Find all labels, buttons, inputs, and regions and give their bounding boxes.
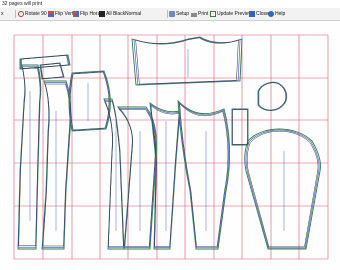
rotate-90-button[interactable]: Rotate 90 xyxy=(18,9,47,19)
piece-outline xyxy=(233,110,248,145)
pattern-piece xyxy=(68,70,111,132)
pattern-piece xyxy=(39,62,65,80)
flip-vertical-button[interactable]: Flip Vert xyxy=(48,9,73,19)
flip-vertical-icon xyxy=(48,11,54,17)
piece-outline xyxy=(68,70,111,132)
pattern-piece xyxy=(244,128,321,250)
line-style-select[interactable]: Normal xyxy=(125,9,141,19)
toolbar-divider xyxy=(167,10,168,18)
update-preview-label: Update Preview xyxy=(217,11,253,17)
close-preview-button[interactable]: x xyxy=(1,9,4,19)
piece-outline xyxy=(41,80,72,250)
piece-outline xyxy=(231,108,249,146)
print-preview-canvas[interactable] xyxy=(0,21,340,270)
toolbar-divider xyxy=(15,10,16,18)
update-preview-icon xyxy=(210,11,216,17)
piece-outline xyxy=(70,72,110,131)
pattern-piece xyxy=(177,99,231,250)
page-count-status: 32 pages will print xyxy=(2,1,43,7)
pattern-piece xyxy=(257,81,288,111)
rotate-90-label: Rotate 90 xyxy=(25,11,47,17)
piece-outline xyxy=(247,131,318,247)
help-icon xyxy=(268,11,274,17)
help-label: Help xyxy=(275,11,286,17)
print-preview-toolbar: x Rotate 90 Flip Vert Flip Horz All Blac… xyxy=(0,8,340,21)
flip-horizontal-icon xyxy=(73,11,79,17)
flip-vertical-label: Flip Vert xyxy=(55,11,74,17)
print-button[interactable]: Print xyxy=(191,9,208,19)
piece-outline xyxy=(232,109,247,144)
setup-icon xyxy=(169,11,175,17)
printer-icon xyxy=(191,11,197,17)
setup-button[interactable]: Setup xyxy=(169,9,189,19)
piece-outline xyxy=(259,83,286,110)
piece-outline xyxy=(244,128,321,250)
close-window-label: Close xyxy=(256,11,269,17)
piece-outline xyxy=(70,72,109,130)
all-black-label: All Black xyxy=(106,11,126,17)
piece-outline xyxy=(177,99,231,250)
pattern-layout xyxy=(13,34,329,260)
flip-horizontal-button[interactable]: Flip Horz xyxy=(73,9,100,19)
print-label: Print xyxy=(198,11,209,17)
piece-outline xyxy=(246,130,319,248)
piece-outline xyxy=(134,37,240,84)
pattern-piece xyxy=(41,80,72,250)
update-preview-button[interactable]: Update Preview xyxy=(210,9,252,19)
close-window-icon xyxy=(249,11,255,17)
pattern-pieces xyxy=(17,36,321,250)
close-window-button[interactable]: Close xyxy=(249,9,269,19)
pattern-piece xyxy=(116,106,157,250)
help-button[interactable]: Help xyxy=(268,9,285,19)
flip-horizontal-label: Flip Horz xyxy=(80,11,101,17)
pattern-piece xyxy=(17,64,42,250)
piece-outline xyxy=(136,38,239,84)
all-black-icon xyxy=(99,11,105,17)
piece-outline xyxy=(119,110,155,247)
all-black-toggle[interactable]: All Black xyxy=(99,9,125,19)
line-style-value: Normal xyxy=(125,11,142,17)
pattern-piece xyxy=(231,108,249,146)
setup-label: Setup xyxy=(176,11,190,17)
rotate-icon xyxy=(18,11,24,17)
toolbar-close-label: x xyxy=(1,11,4,17)
